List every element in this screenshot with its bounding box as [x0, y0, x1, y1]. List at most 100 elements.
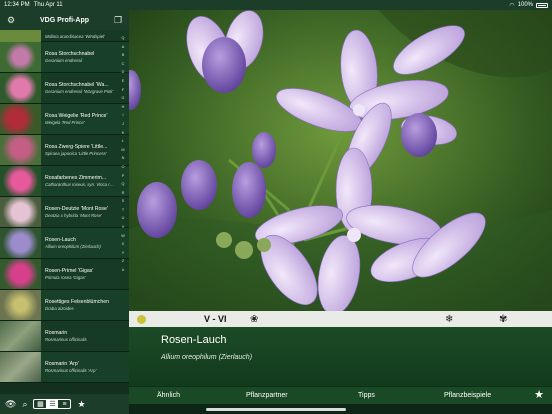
- list-item-latin: Spiraea japonica 'Little Princess': [45, 151, 107, 156]
- alphabet-letter[interactable]: Z: [122, 257, 124, 266]
- list-item-name: Rosa Storchschnabel 'Wa...: [45, 82, 109, 88]
- alphabet-letter[interactable]: U: [122, 214, 125, 223]
- alphabet-letter[interactable]: P: [122, 172, 125, 181]
- alphabet-letter[interactable]: S: [122, 197, 125, 206]
- list-item[interactable]: Molinia arundinacea 'Windspiel': [0, 30, 129, 42]
- list-item[interactable]: Rosen-Lauch Allium oreophilum (Zierlauch): [0, 228, 129, 259]
- list-item-name: Rosen-Lauch: [45, 237, 76, 243]
- copy-icon[interactable]: ❐: [113, 15, 123, 25]
- alphabet-letter[interactable]: Q: [122, 180, 125, 189]
- list-item-latin: Geranium endressii: [45, 58, 83, 63]
- list-item[interactable]: Rosafarbenes Zimmerim... Catharanthus ros…: [0, 166, 129, 197]
- alphabet-letter[interactable]: T: [122, 206, 124, 215]
- plant-habit-icon: ❀: [250, 313, 259, 325]
- plant-thumbnail: [0, 228, 41, 258]
- grid-view-icon[interactable]: ▦: [34, 400, 46, 408]
- alphabet-letter[interactable]: L: [122, 137, 124, 146]
- battery-percent: 100%: [517, 2, 533, 8]
- alphabet-letter[interactable]: D: [122, 68, 125, 77]
- gear-icon[interactable]: ⚙: [6, 15, 16, 25]
- tab-similar[interactable]: Ähnlich: [157, 392, 180, 399]
- plant-sidebar: ⚙ VDG Profi-App ❐ Molinia arundinacea 'W…: [0, 10, 129, 414]
- list-item-name: Rosafarbenes Zimmerim...: [45, 175, 107, 181]
- alphabet-letter[interactable]: F: [122, 86, 124, 95]
- tab-planting-partners[interactable]: Pflanzpartner: [246, 392, 288, 399]
- compact-view-icon[interactable]: ≡: [58, 400, 70, 408]
- list-item-name: Rosen-Primel 'Gigas': [45, 268, 94, 274]
- alphabet-index[interactable]: Q A B C D E F G H I J K L M N O P Q R S T U V W X Y Z #: [119, 34, 127, 275]
- alphabet-letter[interactable]: K: [122, 129, 125, 138]
- alphabet-letter[interactable]: V: [122, 223, 125, 232]
- alphabet-letter[interactable]: R: [122, 189, 125, 198]
- plant-thumbnail: [0, 259, 41, 289]
- alphabet-letter[interactable]: A: [122, 43, 125, 52]
- list-item[interactable]: Rosen-Deutzie 'Mont Rose' Deutzia x hybri…: [0, 197, 129, 228]
- alphabet-letter[interactable]: #: [122, 266, 124, 275]
- alphabet-letter[interactable]: X: [122, 240, 125, 249]
- sidebar-toolbar: 👁 ⌕ ▦ ☰ ≡ ★: [0, 394, 129, 414]
- alphabet-letter[interactable]: G: [122, 94, 125, 103]
- alphabet-letter[interactable]: Q: [122, 34, 125, 43]
- home-indicator[interactable]: [206, 408, 346, 411]
- list-item-name: Rosa Zwerg-Spiere 'Little...: [45, 144, 108, 150]
- plant-thumbnail: [0, 30, 41, 42]
- sun-icon: [137, 314, 146, 324]
- plant-thumbnail: [0, 42, 41, 72]
- app-title: VDG Profi-App: [40, 16, 89, 24]
- list-item-latin: Catharanthus roseus, syn. Vinca rosea: [45, 182, 115, 187]
- plant-thumbnail: [0, 166, 41, 196]
- plant-thumbnail: [0, 321, 41, 351]
- alphabet-letter[interactable]: N: [122, 154, 125, 163]
- alphabet-letter[interactable]: M: [121, 146, 124, 155]
- list-item-latin: Molinia arundinacea 'Windspiel': [45, 33, 105, 39]
- alphabet-letter[interactable]: C: [122, 60, 125, 69]
- alphabet-letter[interactable]: B: [122, 51, 125, 60]
- list-item[interactable]: Rosa Weigelie 'Red Prince' Weigela 'Red P…: [0, 104, 129, 135]
- list-item-name: Rosmarin: [45, 330, 68, 336]
- alphabet-letter[interactable]: J: [122, 120, 124, 129]
- list-item[interactable]: Rosmarin 'Arp' Rosmarinus officinalis 'Ar…: [0, 352, 129, 383]
- list-item[interactable]: Rosa Zwerg-Spiere 'Little... Spiraea japo…: [0, 135, 129, 166]
- eye-icon[interactable]: 👁: [5, 399, 16, 410]
- plant-name: Rosen-Lauch: [161, 334, 227, 346]
- plant-thumbnail: [0, 104, 41, 134]
- list-view-icon[interactable]: ☰: [46, 400, 59, 408]
- list-item[interactable]: Rosa Storchschnabel Geranium endressii: [0, 42, 129, 73]
- wifi-icon: ◠: [509, 2, 515, 9]
- alphabet-letter[interactable]: Y: [122, 249, 125, 258]
- alphabet-letter[interactable]: H: [122, 103, 125, 112]
- list-item-latin: Draba aizoides: [45, 306, 74, 311]
- list-item[interactable]: Rosmarin Rosmarinus officinalis: [0, 321, 129, 352]
- status-bar: 12:34 PM Thu Apr 11 ◠ 100%: [0, 0, 552, 10]
- bloom-months: V - VI: [204, 314, 227, 324]
- add-favorite-icon[interactable]: ★: [534, 388, 544, 401]
- list-item-latin: Weigela 'Red Prince': [45, 120, 85, 125]
- alphabet-letter[interactable]: W: [121, 232, 125, 241]
- list-item[interactable]: Rosettiges Felsenblümchen Draba aizoides: [0, 290, 129, 321]
- alphabet-letter[interactable]: I: [122, 111, 123, 120]
- list-item-name: Rosa Storchschnabel: [45, 51, 95, 57]
- favorites-star-icon[interactable]: ★: [77, 399, 85, 410]
- tab-planting-examples[interactable]: Pflanzbeispiele: [444, 392, 491, 399]
- list-item-latin: Rosmarinus officinalis: [45, 337, 87, 342]
- plant-list[interactable]: Molinia arundinacea 'Windspiel' Rosa Sto…: [0, 30, 129, 394]
- bee-friendly-icon: ✾: [499, 313, 508, 325]
- list-item-name: Rosettiges Felsenblümchen: [45, 299, 110, 305]
- tab-tips[interactable]: Tipps: [358, 392, 375, 399]
- view-mode-toggle[interactable]: ▦ ☰ ≡: [33, 399, 72, 409]
- frost-hardy-icon: ❄: [445, 313, 454, 325]
- detail-tab-bar: Ähnlich Pflanzpartner Tipps Pflanzbeispi…: [129, 386, 552, 404]
- list-item[interactable]: Rosen-Primel 'Gigas' Primula rosea 'Gigas…: [0, 259, 129, 290]
- info-strip: V - VI ❀ ❄ ✾: [129, 311, 552, 327]
- plant-thumbnail: [0, 73, 41, 103]
- alphabet-letter[interactable]: E: [122, 77, 125, 86]
- list-item-name: Rosa Weigelie 'Red Prince': [45, 113, 108, 119]
- plant-thumbnail: [0, 197, 41, 227]
- plant-thumbnail: [0, 135, 41, 165]
- list-item-name: Rosmarin 'Arp': [45, 361, 79, 367]
- list-item-name: Rosen-Deutzie 'Mont Rose': [45, 206, 108, 212]
- search-icon[interactable]: ⌕: [22, 399, 27, 410]
- list-item[interactable]: Rosa Storchschnabel 'Wa... Geranium endre…: [0, 73, 129, 104]
- list-item-latin: Deutzia x hybrida 'Mont Rose': [45, 213, 102, 218]
- alphabet-letter[interactable]: O: [122, 163, 125, 172]
